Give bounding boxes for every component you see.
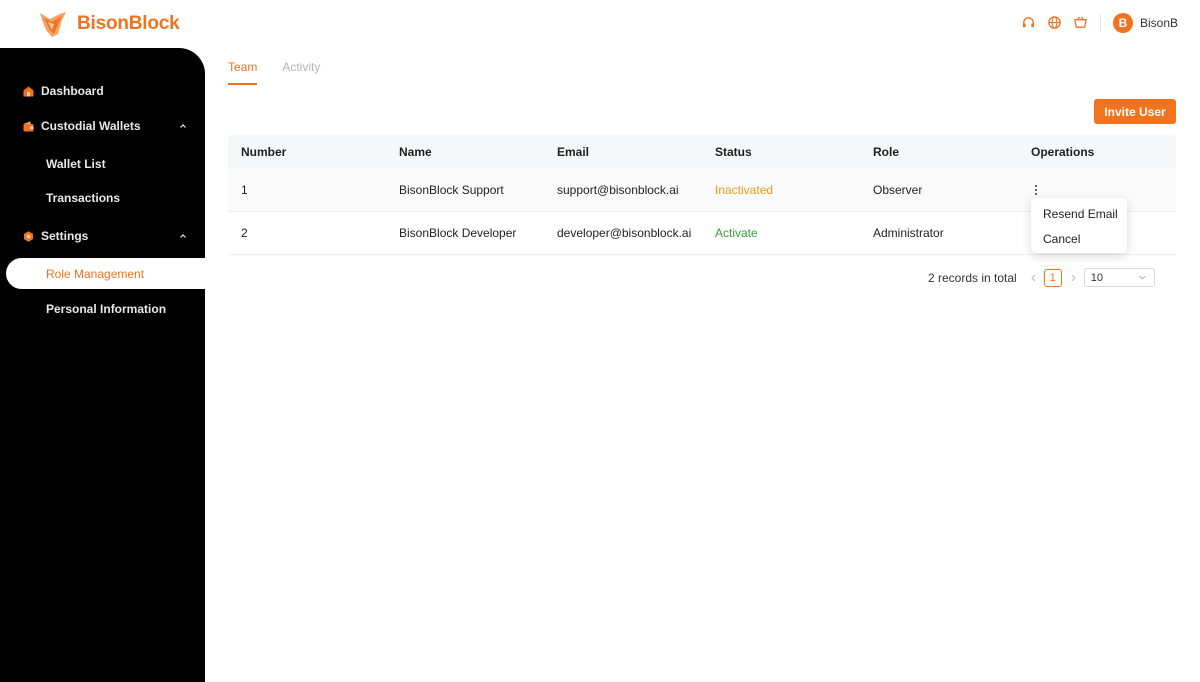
basket-icon[interactable] xyxy=(1073,15,1088,30)
sidebar-item-dashboard[interactable]: Dashboard xyxy=(0,76,205,106)
cell-role: Observer xyxy=(873,183,923,197)
wallet-icon xyxy=(23,121,34,131)
home-icon xyxy=(23,86,34,96)
more-vertical-icon xyxy=(1031,184,1041,196)
brand-logo[interactable]: BisonBlock xyxy=(38,10,180,38)
top-header: BisonBlock B BisonB xyxy=(0,0,1200,48)
operations-dropdown: Resend Email Cancel xyxy=(1031,198,1127,253)
sidebar-item-role-management[interactable]: Role Management xyxy=(6,258,205,289)
chevron-right-icon[interactable] xyxy=(1068,273,1078,283)
column-header-name: Name xyxy=(399,145,432,159)
sidebar: Dashboard Custodial Wallets Wallet List … xyxy=(0,48,205,682)
column-header-number: Number xyxy=(241,145,287,159)
column-header-status: Status xyxy=(715,145,752,159)
status-badge: Inactivated xyxy=(715,183,774,197)
cell-role: Administrator xyxy=(873,226,944,240)
page-number-button[interactable]: 1 xyxy=(1043,268,1062,287)
cell-name: BisonBlock Support xyxy=(399,183,504,197)
cell-email: developer@bisonblock.ai xyxy=(557,226,692,240)
user-name: BisonB xyxy=(1140,16,1179,30)
status-badge: Activate xyxy=(715,226,758,240)
chevron-up-icon xyxy=(180,124,186,128)
sidebar-item-label: Wallet List xyxy=(46,157,106,171)
user-menu[interactable]: B BisonB xyxy=(1113,13,1178,33)
settings-icon xyxy=(24,230,33,242)
sidebar-item-settings[interactable]: Settings xyxy=(0,221,205,251)
tab-team[interactable]: Team xyxy=(228,60,258,85)
cell-number: 1 xyxy=(241,183,248,197)
pagination: 2 records in total 1 10 xyxy=(928,268,1155,287)
sidebar-item-label: Settings xyxy=(41,229,89,243)
resend-email-menu-item[interactable]: Resend Email xyxy=(1043,207,1118,221)
bison-logo-icon xyxy=(40,12,66,37)
sidebar-item-label: Personal Information xyxy=(46,302,167,316)
tab-activity[interactable]: Activity xyxy=(282,60,320,84)
chevron-up-icon xyxy=(180,234,186,238)
page-size-value: 10 xyxy=(1090,271,1103,284)
sidebar-item-label: Custodial Wallets xyxy=(41,119,141,133)
total-records: 2 records in total xyxy=(928,270,1017,285)
chevron-down-icon xyxy=(1139,275,1146,280)
cell-number: 2 xyxy=(241,226,248,240)
cell-email: support@bisonblock.ai xyxy=(557,183,679,197)
sidebar-item-personal-information[interactable]: Personal Information xyxy=(0,294,205,324)
column-header-email: Email xyxy=(557,145,590,159)
sidebar-item-label: Role Management xyxy=(46,267,145,281)
brand-name: BisonBlock xyxy=(77,13,180,34)
invite-user-button[interactable]: Invite User xyxy=(1094,99,1176,124)
cell-name: BisonBlock Developer xyxy=(399,226,517,240)
sidebar-item-label: Dashboard xyxy=(41,84,104,98)
sidebar-item-custodial-wallets[interactable]: Custodial Wallets xyxy=(0,111,205,141)
column-header-role: Role xyxy=(873,145,900,159)
header-icons xyxy=(1010,15,1088,30)
sidebar-item-transactions[interactable]: Transactions xyxy=(0,183,205,213)
header-divider xyxy=(1100,14,1101,32)
table-header: Number Name Email Status Role Operations xyxy=(228,135,1176,169)
sidebar-item-label: Transactions xyxy=(46,191,121,205)
headset-icon[interactable] xyxy=(1021,15,1036,30)
cancel-menu-item[interactable]: Cancel xyxy=(1043,232,1080,246)
operations-menu-button[interactable] xyxy=(1031,184,1041,196)
globe-icon[interactable] xyxy=(1047,15,1062,30)
sidebar-item-wallet-list[interactable]: Wallet List xyxy=(0,149,205,179)
chevron-left-icon[interactable] xyxy=(1029,273,1039,283)
column-header-operations: Operations xyxy=(1031,145,1095,159)
tab-bar: Team Activity xyxy=(228,60,345,85)
page-size-select[interactable]: 10 xyxy=(1083,268,1155,287)
avatar: B xyxy=(1113,13,1133,33)
